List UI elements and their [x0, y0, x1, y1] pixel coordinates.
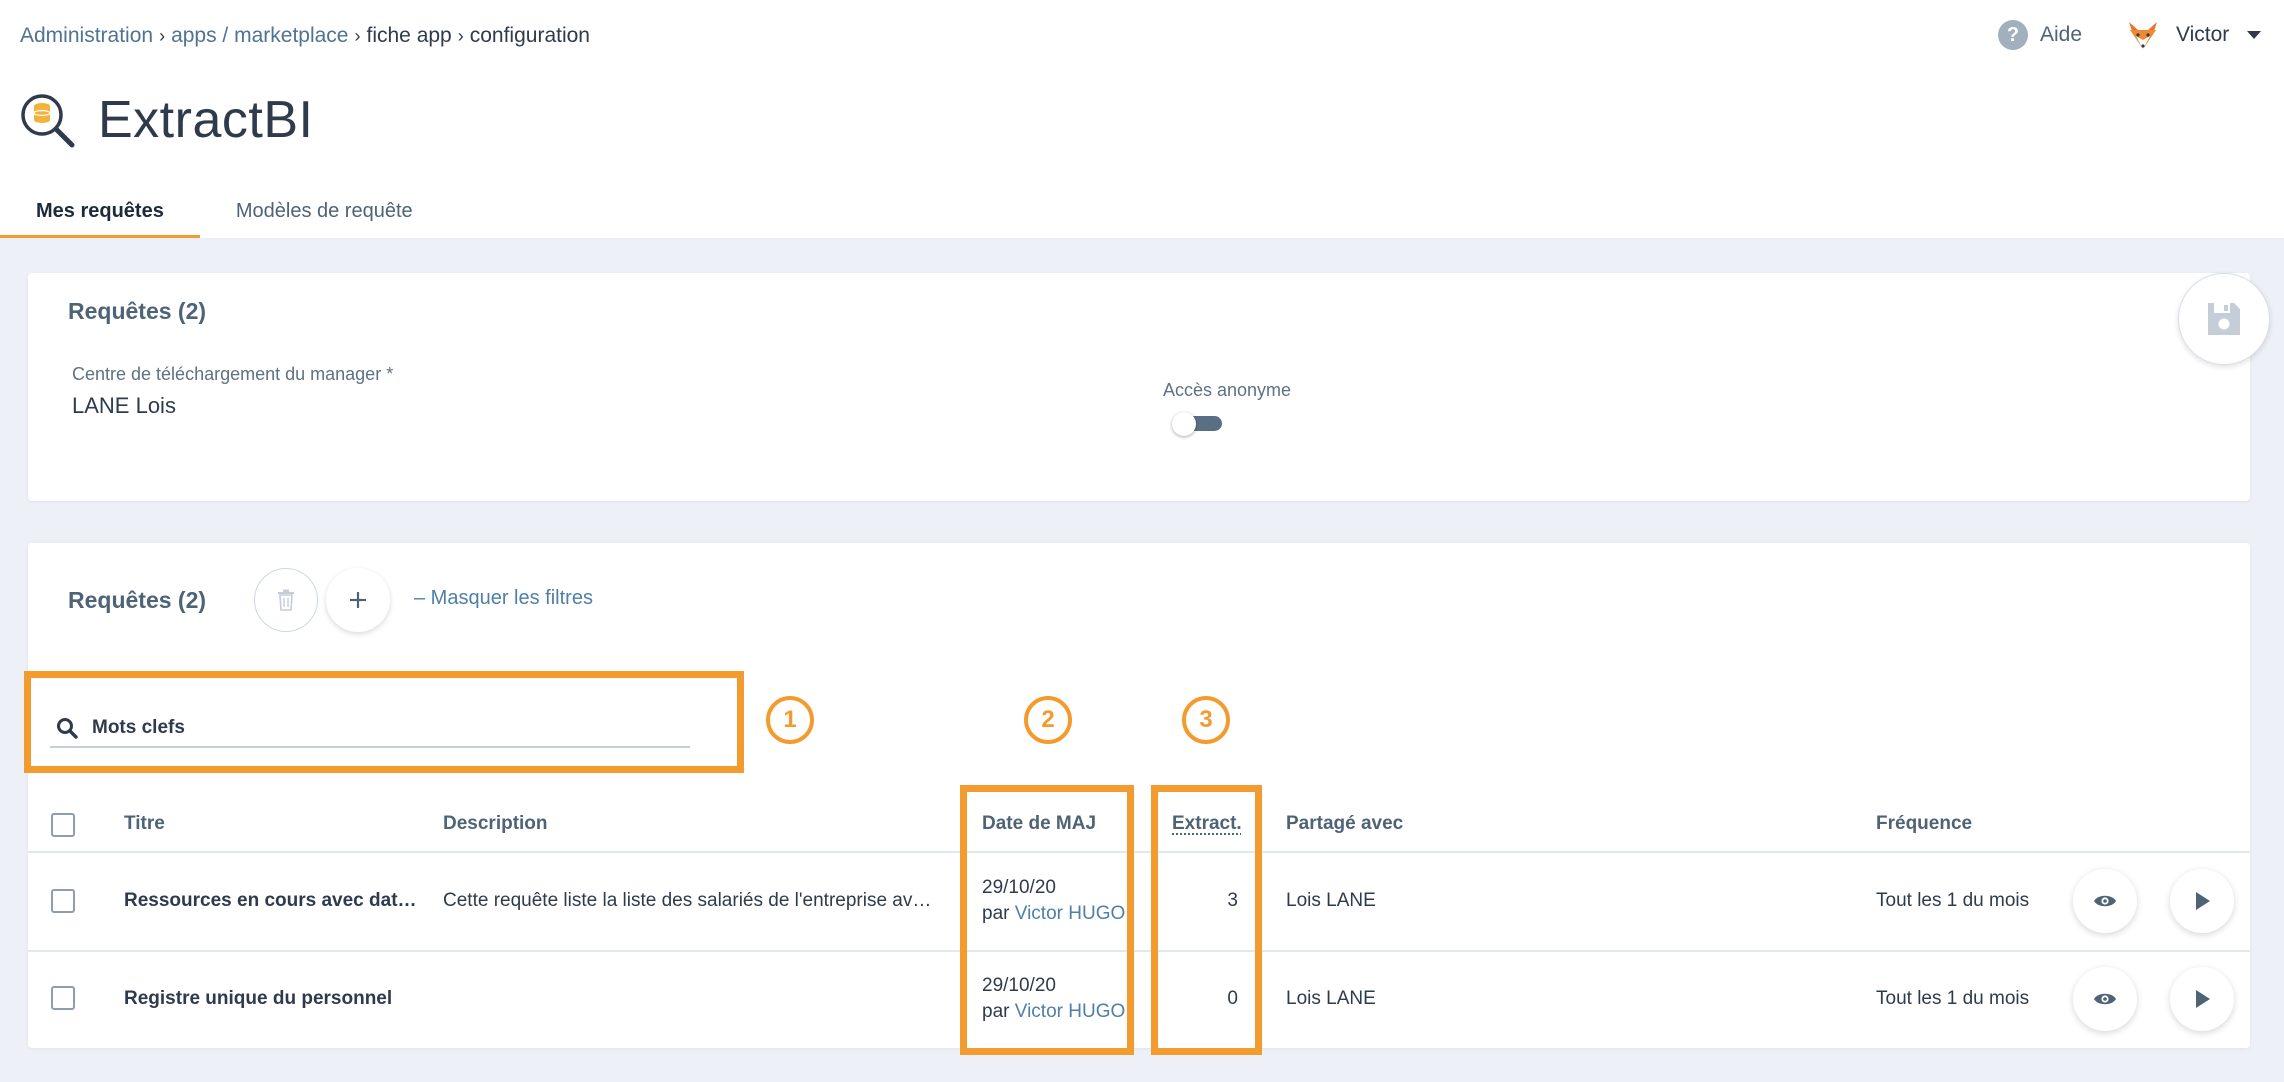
trash-icon [278, 589, 294, 611]
queries-card-title: Requêtes (2) [68, 587, 207, 613]
select-all-checkbox[interactable] [51, 813, 75, 837]
help-link[interactable]: ? Aide [1998, 20, 2082, 50]
add-query-button[interactable] [326, 568, 390, 632]
annotation-box-search [24, 671, 744, 773]
plus-icon [350, 592, 366, 608]
settings-card [28, 273, 2250, 501]
anonymous-access-label: Accès anonyme [1163, 380, 1292, 400]
delete-button[interactable] [254, 568, 318, 632]
manager-field-label: Centre de téléchargement du manager * [72, 364, 394, 384]
view-query-button[interactable] [2073, 967, 2137, 1031]
app-header: ExtractBI [18, 90, 313, 150]
help-icon: ? [1998, 20, 2028, 50]
hide-filters-link[interactable]: – Masquer les filtres [414, 587, 593, 610]
row-description: Cette requête liste la liste des salarié… [443, 890, 932, 911]
run-query-button[interactable] [2170, 967, 2234, 1031]
annotation-box-date-column [960, 785, 1134, 1055]
settings-card-title: Requêtes (2) [68, 298, 207, 324]
eye-icon [2094, 993, 2116, 1005]
toggle-knob [1172, 412, 1196, 436]
floppy-disk-icon [2208, 303, 2240, 335]
breadcrumb-configuration: configuration [469, 24, 590, 47]
top-header: Administration › apps / marketplace › fi… [0, 0, 2284, 238]
help-label: Aide [2040, 23, 2083, 46]
column-header-shared[interactable]: Partagé avec [1286, 813, 1403, 835]
run-query-button[interactable] [2170, 869, 2234, 933]
column-header-frequency[interactable]: Fréquence [1876, 813, 1972, 835]
user-menu[interactable]: Victor [2126, 18, 2262, 52]
annotation-badge-1: 1 [766, 696, 814, 744]
row-title[interactable]: Ressources en cours avec dat… [124, 890, 417, 912]
row-shared-with: Lois LANE [1286, 988, 1376, 1009]
column-header-title[interactable]: Titre [124, 813, 165, 835]
breadcrumb-apps-marketplace[interactable]: apps / marketplace [171, 24, 348, 48]
annotation-badge-2: 2 [1024, 696, 1072, 744]
row-shared-with: Lois LANE [1286, 890, 1376, 911]
chevron-right-icon: › [354, 25, 361, 46]
row-divider [28, 950, 2250, 952]
row-checkbox[interactable] [51, 889, 75, 913]
breadcrumb-fiche-app[interactable]: fiche app [367, 24, 452, 48]
breadcrumb: Administration › apps / marketplace › fi… [20, 24, 590, 48]
tab-bar: Mes requêtes Modèles de requête [0, 190, 449, 238]
view-query-button[interactable] [2073, 869, 2137, 933]
play-icon [2196, 990, 2210, 1008]
row-frequency: Tout les 1 du mois [1876, 890, 2030, 911]
row-checkbox[interactable] [51, 986, 75, 1010]
tab-mes-requetes[interactable]: Mes requêtes [0, 190, 200, 238]
user-name: Victor [2176, 23, 2230, 46]
row-frequency: Tout les 1 du mois [1876, 988, 2030, 1009]
tab-modeles-de-requete[interactable]: Modèles de requête [200, 190, 449, 238]
chevron-right-icon: › [159, 25, 166, 46]
row-title[interactable]: Registre unique du personnel [124, 988, 392, 1010]
chevron-right-icon: › [457, 25, 464, 46]
extractbi-logo-icon [21, 94, 75, 148]
play-icon [2196, 892, 2210, 910]
manager-field-value[interactable]: LANE Lois [72, 393, 176, 419]
fox-avatar-icon [2129, 22, 2157, 49]
caret-down-icon [2247, 31, 2262, 39]
column-header-description[interactable]: Description [443, 813, 548, 835]
save-button[interactable] [2178, 273, 2270, 365]
breadcrumb-administration[interactable]: Administration [20, 24, 153, 48]
table-divider [28, 851, 2250, 853]
eye-icon [2094, 895, 2116, 907]
annotation-badge-3: 3 [1182, 696, 1230, 744]
anonymous-access-toggle[interactable] [1172, 412, 1222, 436]
annotation-box-extract-column [1151, 785, 1262, 1055]
app-title: ExtractBI [98, 91, 314, 149]
